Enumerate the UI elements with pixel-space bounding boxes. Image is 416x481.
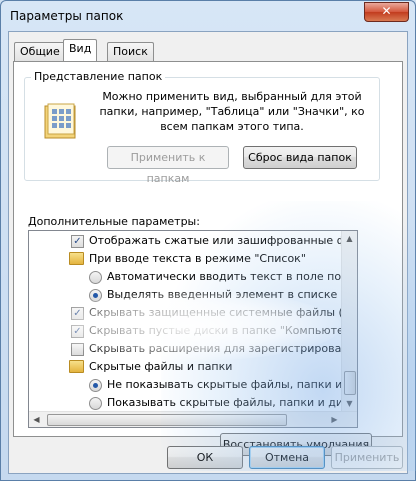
folder-icon [69,252,84,265]
folder-view-description: Можно применить вид, выбранный для этой … [99,90,365,133]
folder-icon [69,360,84,373]
folder-options-window: Параметры папок ✕ Общие Вид Поиск Предст… [0,0,416,481]
list-item-label: Скрывать расширения для зарегистрированн… [89,342,357,355]
tab-general[interactable]: Общие [14,42,66,61]
radio-icon[interactable] [89,397,102,410]
list-item-label: Отображать сжатые или зашифрованные файл… [89,234,357,247]
list-item-label: Не показывать скрытые файлы, папки и дис… [107,378,358,391]
close-button[interactable]: ✕ [364,2,409,22]
horizontal-scroll-thumb[interactable] [47,414,287,426]
tab-view[interactable]: Вид [63,39,98,61]
radio-selected-icon[interactable] [89,379,102,392]
list-item-label: Показывать скрытые файлы, папки и диски [107,396,358,409]
list-item-label: Скрывать пустые диски в папке "Компьютер… [89,324,356,337]
scroll-right-icon[interactable]: ▶ [327,412,342,427]
dialog-body: Общие Вид Поиск Представление папок Можн… [8,31,408,474]
ok-button[interactable]: ОК [167,446,243,469]
list-item-label: Скрытые файлы и папки [89,360,233,373]
radio-icon[interactable] [89,271,102,284]
scroll-down-icon[interactable]: ▼ [342,396,357,411]
radio-selected-icon[interactable] [89,289,102,302]
scroll-up-icon[interactable]: ▲ [342,231,357,246]
list-item-label: Автоматически вводить текст в поле поиск… [107,270,358,283]
view-tab-panel: Представление папок Можно применить вид,… [13,61,403,456]
horizontal-scrollbar[interactable]: ◀ ▶ [29,411,357,427]
vertical-scrollbar[interactable]: ▲ ▼ [341,231,357,411]
title-bar[interactable]: Параметры папок ✕ [1,1,415,31]
folder-view-group-title: Представление папок [31,70,166,83]
folder-options-icon [44,103,76,139]
folder-view-group: Представление папок Можно применить вид,… [24,70,380,185]
list-item-label: Скрывать защищенные системные файлы (рек… [89,306,357,319]
window-title: Параметры папок [10,9,124,23]
close-icon: ✕ [381,4,392,18]
advanced-settings-list[interactable]: ✓ Отображать сжатые или зашифрованные фа… [28,230,358,428]
list-item-label: При вводе текста в режиме "Список" [89,252,306,265]
checkbox-unchecked-icon[interactable] [71,343,84,356]
vertical-scroll-thumb[interactable] [344,371,356,395]
cancel-button[interactable]: Отмена [249,446,325,469]
apply-to-folders-button[interactable]: Применить к папкам [107,146,229,185]
list-item-label: Выделять введенный элемент в списке [107,288,338,301]
reset-folders-button[interactable]: Сброс вида папок [243,146,357,169]
checkbox-checked-icon[interactable]: ✓ [71,307,84,320]
advanced-settings-label: Дополнительные параметры: [28,215,200,228]
tab-search[interactable]: Поиск [107,42,154,61]
scroll-left-icon[interactable]: ◀ [29,412,44,427]
apply-button[interactable]: Применить [331,446,403,469]
checkbox-checked-icon[interactable]: ✓ [71,235,84,248]
checkbox-checked-icon[interactable]: ✓ [71,325,84,338]
